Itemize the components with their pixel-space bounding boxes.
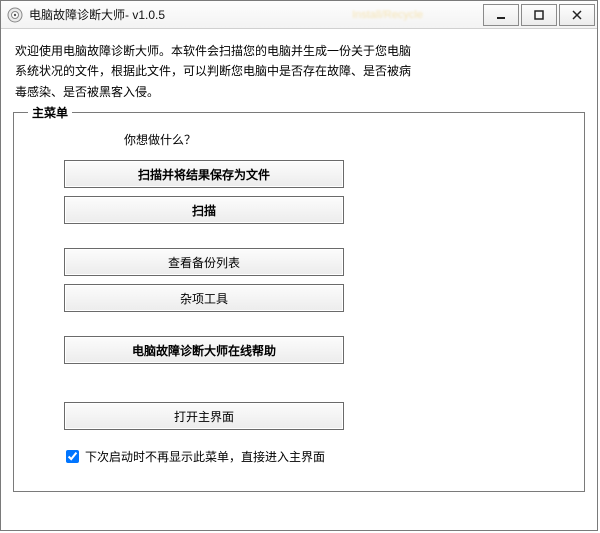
window-controls (483, 4, 595, 26)
skip-menu-checkbox[interactable] (66, 450, 79, 463)
open-main-ui-button[interactable]: 打开主界面 (64, 402, 344, 430)
skip-menu-label: 下次启动时不再显示此菜单，直接进入主界面 (85, 448, 325, 465)
titlebar: 电脑故障诊断大师- v1.0.5 Install/Recycle (1, 1, 597, 29)
minimize-button[interactable] (483, 4, 519, 26)
close-button[interactable] (559, 4, 595, 26)
intro-line1: 欢迎使用电脑故障诊断大师。本软件会扫描您的电脑并生成一份关于您电脑 (15, 44, 411, 58)
menu-prompt: 你想做什么？ (124, 131, 534, 148)
scan-and-save-button[interactable]: 扫描并将结果保存为文件 (64, 160, 344, 188)
content-area: 欢迎使用电脑故障诊断大师。本软件会扫描您的电脑并生成一份关于您电脑 系统状况的文… (1, 29, 597, 530)
group-legend: 主菜单 (28, 104, 72, 121)
online-help-button[interactable]: 电脑故障诊断大师在线帮助 (64, 336, 344, 364)
blurred-text: Install/Recycle (352, 9, 423, 21)
main-menu-group: 主菜单 你想做什么？ 扫描并将结果保存为文件 扫描 查看备份列表 杂项工具 电脑… (13, 112, 585, 492)
skip-menu-checkbox-row[interactable]: 下次启动时不再显示此菜单，直接进入主界面 (66, 448, 534, 465)
misc-tools-button[interactable]: 杂项工具 (64, 284, 344, 312)
maximize-button[interactable] (521, 4, 557, 26)
intro-text: 欢迎使用电脑故障诊断大师。本软件会扫描您的电脑并生成一份关于您电脑 系统状况的文… (15, 41, 583, 102)
app-icon (7, 7, 23, 23)
intro-line3: 毒感染、是否被黑客入侵。 (15, 85, 159, 99)
scan-button[interactable]: 扫描 (64, 196, 344, 224)
window-title: 电脑故障诊断大师- v1.0.5 (29, 6, 165, 23)
app-window: 电脑故障诊断大师- v1.0.5 Install/Recycle 欢迎使用电脑故… (0, 0, 598, 531)
view-backup-list-button[interactable]: 查看备份列表 (64, 248, 344, 276)
intro-line2: 系统状况的文件，根据此文件，可以判断您电脑中是否存在故障、是否被病 (15, 64, 411, 78)
